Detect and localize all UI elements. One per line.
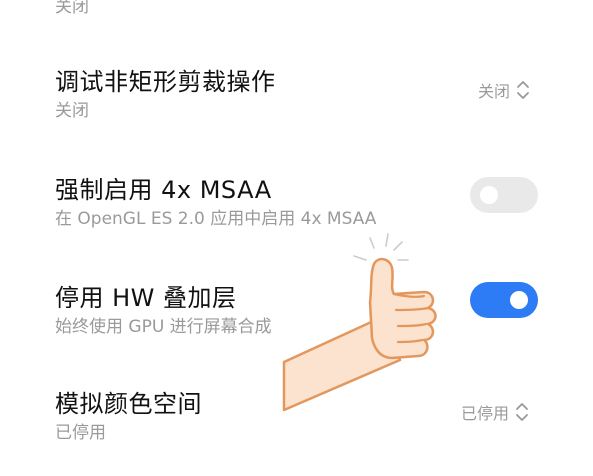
setting-value-label: 关闭 xyxy=(478,82,511,101)
setting-title: 模拟颜色空间 xyxy=(55,390,202,418)
setting-title: 调试非矩形剪裁操作 xyxy=(55,68,276,96)
setting-row-debug-nonrect-clip[interactable]: 调试非矩形剪裁操作 关闭 关闭 xyxy=(0,58,593,128)
chevron-up-down-icon xyxy=(516,403,528,421)
setting-title: 停用 HW 叠加层 xyxy=(55,284,237,312)
chevron-up-down-icon xyxy=(517,81,529,99)
setting-subtitle: 关闭 xyxy=(55,101,89,121)
setting-title: 强制启用 4x MSAA xyxy=(55,176,272,204)
toggle-knob xyxy=(480,186,498,204)
toggle-switch-on[interactable] xyxy=(470,282,538,318)
toggle-knob xyxy=(510,291,528,309)
previous-item-subtitle: 关闭 xyxy=(55,0,89,17)
toggle-switch-off[interactable] xyxy=(470,177,538,213)
developer-options-screen: 关闭 调试非矩形剪裁操作 关闭 关闭 强制启用 4x MSAA 在 OpenGL… xyxy=(0,0,593,476)
setting-subtitle: 已停用 xyxy=(55,423,106,443)
setting-subtitle: 在 OpenGL ES 2.0 应用中启用 4x MSAA xyxy=(55,209,377,229)
setting-subtitle: 始终使用 GPU 进行屏幕合成 xyxy=(55,317,272,337)
setting-row-force-msaa[interactable]: 强制启用 4x MSAA 在 OpenGL ES 2.0 应用中启用 4x MS… xyxy=(0,166,593,236)
setting-value-dropdown[interactable]: 关闭 xyxy=(478,78,530,102)
thumbs-up-icon xyxy=(282,233,437,412)
setting-value-dropdown[interactable]: 已停用 xyxy=(461,400,529,424)
